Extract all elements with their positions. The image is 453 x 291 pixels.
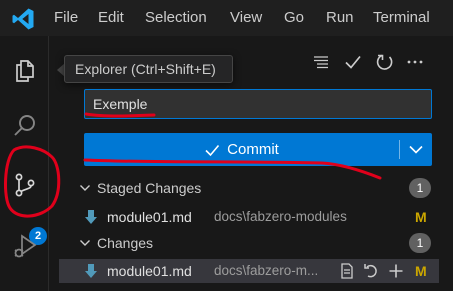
staged-changes-header[interactable]: Staged Changes 1 [76, 177, 446, 201]
vscode-logo-icon [12, 8, 34, 30]
markdown-file-icon [85, 210, 97, 224]
menu-terminal[interactable]: Terminal [373, 9, 430, 26]
chevron-down-icon [80, 185, 90, 191]
view-as-list-icon[interactable] [310, 51, 332, 73]
commit-main-button[interactable]: Commit [84, 133, 398, 166]
file-path: docs\fabzero-modules [214, 209, 347, 224]
file-path: docs\fabzero-m... [214, 263, 319, 278]
changes-file-row[interactable]: module01.md docs\fabzero-m... M [59, 259, 439, 283]
discard-changes-icon[interactable] [362, 262, 380, 280]
commit-button[interactable]: Commit [84, 133, 432, 166]
source-control-icon[interactable] [12, 172, 38, 198]
run-debug-icon[interactable] [12, 233, 38, 259]
menu-go[interactable]: Go [284, 9, 304, 26]
check-icon[interactable] [342, 51, 364, 73]
staged-count-badge: 1 [409, 178, 431, 198]
commit-dropdown-button[interactable] [400, 133, 432, 166]
changes-header[interactable]: Changes 1 [76, 232, 446, 256]
chevron-down-icon [409, 145, 423, 154]
menu-edit[interactable]: Edit [98, 9, 124, 26]
checkmark-icon [205, 144, 220, 156]
explorer-tooltip: Explorer (Ctrl+Shift+E) [64, 55, 233, 83]
file-name: module01.md [107, 209, 192, 225]
search-icon[interactable] [12, 113, 38, 139]
menu-file[interactable]: File [54, 9, 78, 26]
more-actions-icon[interactable] [404, 51, 426, 73]
changes-count-badge: 1 [409, 233, 431, 253]
chevron-down-icon [80, 240, 90, 246]
menu-selection[interactable]: Selection [145, 9, 207, 26]
file-status-modified: M [415, 209, 427, 225]
menu-view[interactable]: View [230, 9, 262, 26]
commit-button-label: Commit [227, 141, 279, 158]
open-file-icon[interactable] [338, 262, 356, 280]
stage-changes-icon[interactable] [387, 262, 405, 280]
staged-changes-title: Staged Changes [97, 180, 202, 196]
commit-message-input[interactable] [84, 89, 432, 119]
explorer-icon[interactable] [12, 56, 38, 82]
markdown-file-icon [85, 264, 97, 278]
file-name: module01.md [107, 263, 192, 279]
staged-file-row[interactable]: module01.md docs\fabzero-modules M [59, 205, 439, 229]
changes-title: Changes [97, 235, 154, 251]
refresh-icon[interactable] [374, 51, 396, 73]
activity-bar: 2 [0, 36, 49, 291]
menu-run[interactable]: Run [326, 9, 354, 26]
title-bar: File Edit Selection View Go Run Terminal [0, 0, 453, 36]
file-status-modified: M [415, 263, 427, 279]
